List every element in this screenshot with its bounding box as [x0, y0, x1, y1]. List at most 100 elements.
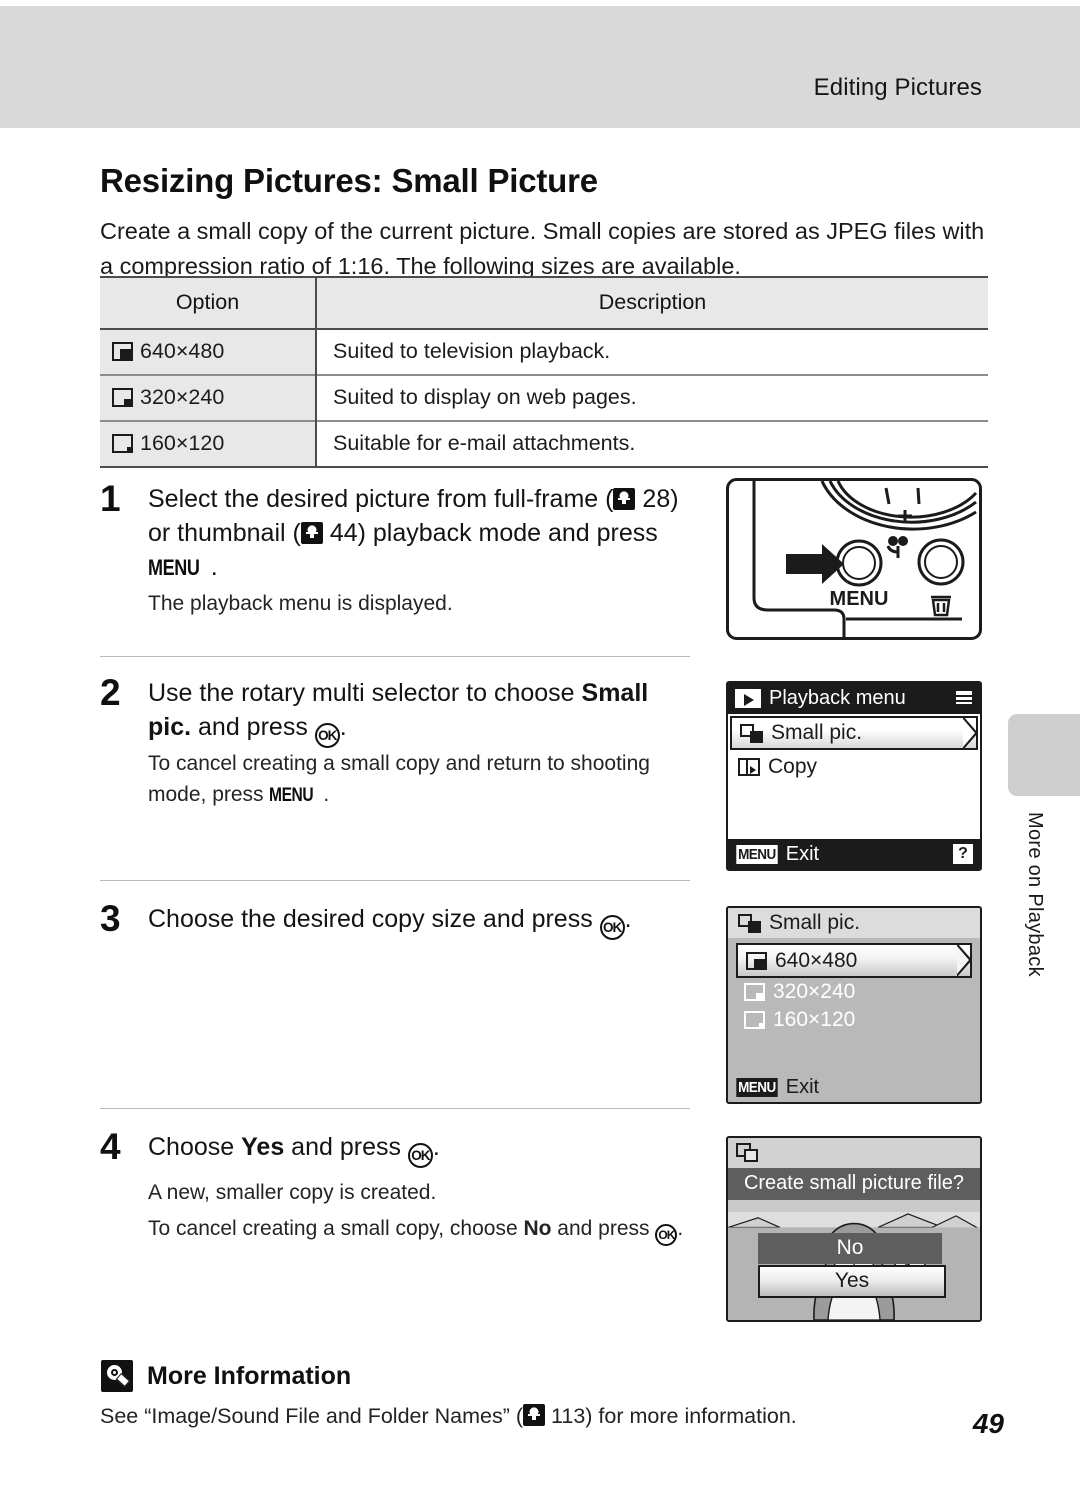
lcd-frame: Create small picture file? No Yes — [726, 1136, 982, 1322]
description-cell: Suitable for e-mail attachments. — [316, 420, 988, 468]
table-header-description: Description — [316, 276, 988, 329]
image-size-medium-icon — [112, 388, 133, 407]
step-1-ref-b: 44 — [329, 519, 358, 547]
menu-button-label: MENU — [830, 588, 889, 610]
table-header-option: Option — [100, 276, 317, 329]
lcd-frame: Playback menu Small pic. Copy MENU Exit … — [726, 681, 982, 871]
bulb-base — [115, 1373, 131, 1387]
image-size-medium-icon — [744, 983, 765, 1001]
image-size-large-icon — [112, 342, 133, 361]
more-info-ref: 113 — [551, 1404, 586, 1428]
running-head: Editing Pictures — [813, 74, 982, 101]
table-row: 640×480 Suited to television playback. — [100, 328, 988, 375]
step-1-ref-a: 28 — [642, 485, 671, 513]
step-2-text-b: and press — [191, 713, 315, 741]
step-4-text-c: . — [432, 1133, 440, 1161]
menu-button-glyph: MENU — [148, 555, 200, 580]
size-option-label: 640×480 — [775, 948, 858, 972]
dialog-no-button[interactable]: No — [758, 1233, 942, 1264]
option-label: 320×240 — [140, 385, 225, 409]
description-cell: Suited to display on web pages. — [316, 374, 988, 421]
small-picture-icon — [740, 723, 763, 743]
option-cell: 640×480 — [100, 328, 317, 375]
lcd-header: Playback menu — [728, 683, 980, 714]
small-picture-size-screen: Small pic. 640×480 320×240 160×120 MENU … — [726, 906, 982, 1104]
ok-button-glyph: OK — [599, 915, 625, 940]
dialog-topbar — [728, 1138, 980, 1168]
size-option-320x240[interactable]: 320×240 — [734, 978, 974, 1006]
ok-button-glyph: OK — [314, 723, 340, 748]
intro-paragraph: Create a small copy of the current pictu… — [100, 217, 985, 279]
step-2-note-a: To cancel creating a small copy and retu… — [148, 752, 650, 806]
more-information-text: See “Image/Sound File and Folder Names” … — [100, 1404, 797, 1429]
menu-item-copy[interactable]: Copy — [728, 753, 980, 781]
dialog-banner: Create small picture file? — [728, 1168, 980, 1200]
step-2-text-a: Use the rotary multi selector to choose — [148, 679, 582, 707]
menu-item-label: Small pic. — [771, 721, 863, 744]
size-option-160x120[interactable]: 160×120 — [734, 1006, 974, 1034]
step-4-text-b: and press — [284, 1133, 408, 1161]
section-tab — [1008, 714, 1080, 796]
option-cell: 160×120 — [100, 420, 317, 468]
step-1-text-d: . — [210, 553, 218, 581]
lcd-header: Small pic. — [728, 908, 980, 938]
dialog-yes-button[interactable]: Yes — [758, 1265, 946, 1298]
step-1-note: The playback menu is displayed. — [148, 592, 453, 615]
small-picture-icon — [736, 1143, 758, 1162]
menu-button-glyph: MENU — [269, 785, 314, 806]
step-4-note-2d: . — [677, 1217, 684, 1240]
more-info-text-b: ) for more information. — [585, 1404, 797, 1428]
description-cell: Suited to television playback. — [316, 328, 988, 375]
step-2-note: To cancel creating a small copy and retu… — [148, 748, 693, 811]
step-1-number: 1 — [100, 478, 121, 519]
step-1-text-c: ) playback mode and press — [357, 519, 658, 547]
menu-item-label: Copy — [768, 755, 818, 778]
image-size-large-icon — [746, 951, 767, 970]
menu-badge: MENU — [736, 844, 778, 864]
menu-item-small-pic[interactable]: Small pic. — [730, 716, 978, 750]
ok-button-glyph: OK — [407, 1143, 433, 1168]
step-4-note-2: To cancel creating a small copy, choose … — [148, 1213, 718, 1246]
step-2-number: 2 — [100, 672, 121, 713]
lcd-title: Playback menu — [769, 687, 906, 709]
step-4-text: Choose Yes and press OK. — [148, 1130, 708, 1168]
step-4-note-1: A new, smaller copy is created. — [148, 1181, 437, 1204]
image-size-small-icon — [112, 434, 133, 453]
size-options-panel: 640×480 320×240 160×120 — [734, 941, 974, 1077]
playback-icon — [735, 689, 761, 708]
exit-label: Exit — [785, 1075, 820, 1098]
size-option-label: 160×120 — [773, 1008, 856, 1031]
table-row: 160×120 Suitable for e-mail attachments. — [100, 420, 988, 468]
lcd-frame: Small pic. 640×480 320×240 160×120 MENU … — [726, 906, 982, 1104]
step-4-number: 4 — [100, 1126, 121, 1167]
selection-arrow-icon — [963, 719, 975, 747]
step-4-bold-yes: Yes — [241, 1133, 285, 1161]
option-table: Option Description 640×480 Suited to tel… — [100, 276, 988, 468]
camera-back-illustration: MENU — [726, 478, 982, 640]
option-label: 160×120 — [140, 431, 225, 455]
page-reference-icon — [523, 1404, 546, 1426]
step-4-text-a: Choose — [148, 1133, 242, 1161]
size-option-640x480[interactable]: 640×480 — [736, 943, 972, 978]
help-icon[interactable]: ? — [953, 844, 973, 864]
camera-svg: MENU — [726, 478, 982, 640]
step-1-text-a: Select the desired picture from full-fra… — [148, 485, 614, 513]
step-2-text: Use the rotary multi selector to choose … — [148, 676, 693, 748]
option-label: 640×480 — [140, 339, 225, 363]
small-picture-icon — [738, 913, 761, 933]
step-1-text: Select the desired picture from full-fra… — [148, 482, 693, 585]
page-reference-icon — [613, 488, 636, 510]
size-option-label: 320×240 — [773, 980, 856, 1003]
page-reference-icon — [300, 522, 323, 544]
step-3-number: 3 — [100, 898, 121, 939]
more-information-heading: More Information — [147, 1362, 352, 1390]
option-cell: 320×240 — [100, 374, 317, 421]
step-divider — [100, 880, 690, 881]
section-tab-label: More on Playback — [1024, 812, 1046, 977]
exit-label: Exit — [785, 842, 820, 865]
menu-badge: MENU — [736, 1077, 778, 1097]
manual-page: Editing Pictures Resizing Pictures: Smal… — [0, 0, 1080, 1486]
image-size-small-icon — [744, 1011, 765, 1029]
step-4-bold-no: No — [523, 1217, 552, 1240]
lcd-title: Small pic. — [769, 911, 861, 934]
